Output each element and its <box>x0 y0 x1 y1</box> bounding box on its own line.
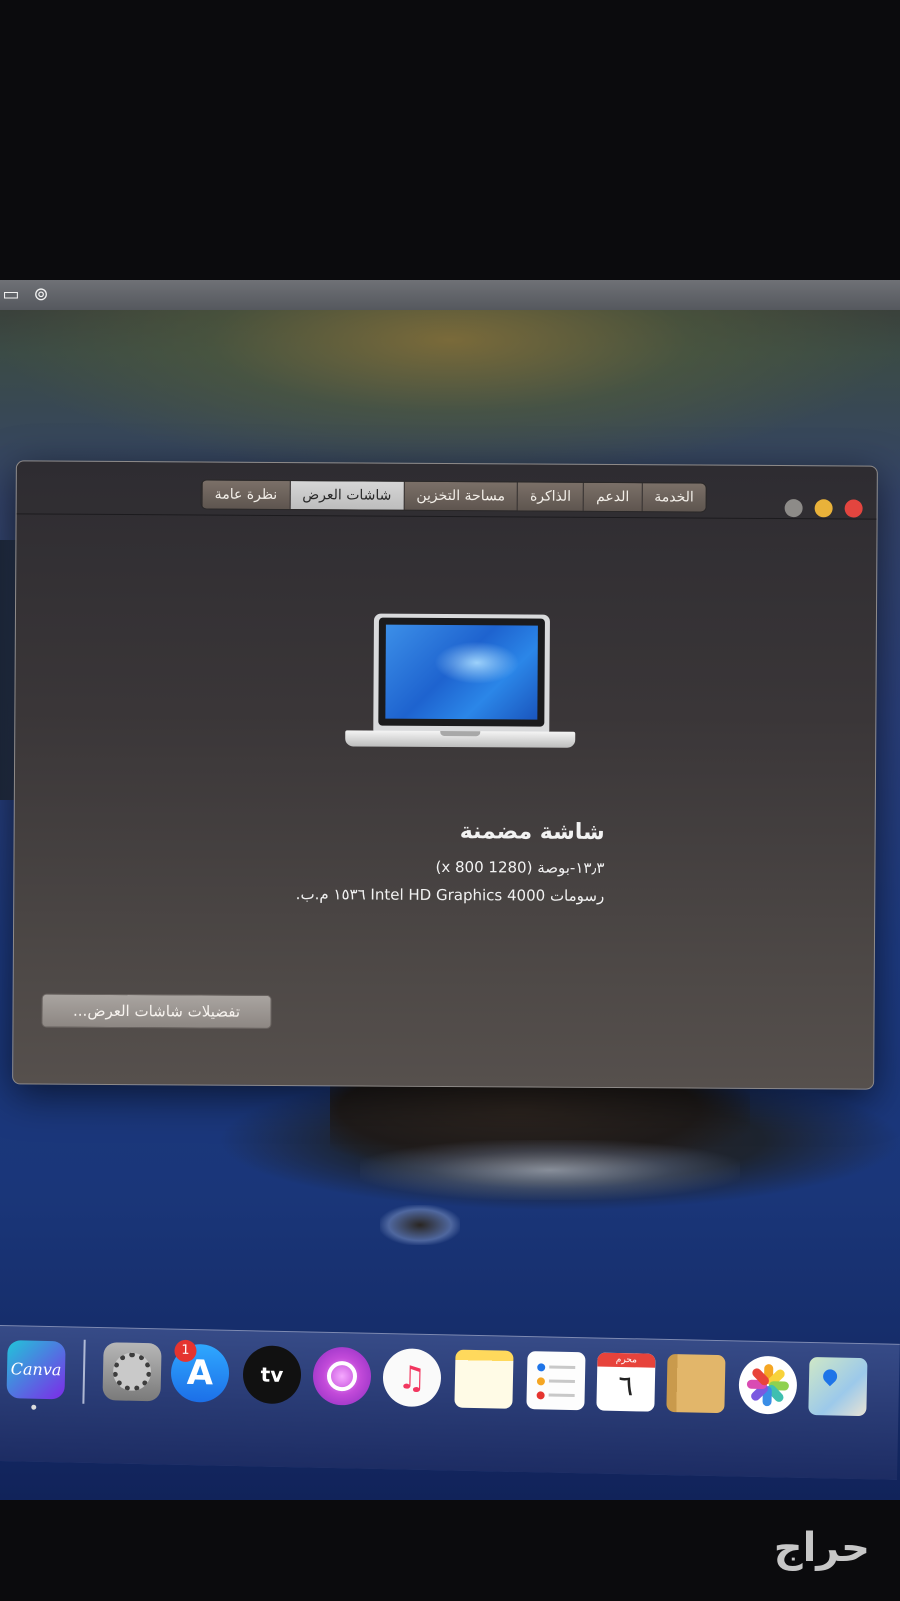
apple-tv-icon[interactable]: tv <box>242 1345 302 1405</box>
system-preferences-icon[interactable] <box>102 1342 162 1402</box>
watermark: حراج <box>773 1525 870 1571</box>
calendar-icon[interactable]: محرم ٦ <box>596 1352 656 1412</box>
dock-separator <box>82 1339 86 1404</box>
notes-icon[interactable] <box>454 1349 514 1409</box>
laptop-screen-wallpaper <box>385 624 538 720</box>
about-this-mac-window: نظرة عامة شاشات العرض مساحة التخزين الذا… <box>12 460 878 1090</box>
map-pin-icon <box>820 1366 841 1387</box>
podcast-ring <box>326 1360 358 1392</box>
reminder-dot <box>537 1363 546 1372</box>
reminder-line <box>549 1365 576 1370</box>
wallpaper-small-rock <box>380 1205 460 1245</box>
window-titlebar: نظرة عامة شاشات العرض مساحة التخزين الذا… <box>16 461 877 520</box>
laptop-notch <box>440 730 481 737</box>
tab-memory[interactable]: الذاكرة <box>516 482 584 511</box>
display-title: شاشة مضمنة <box>459 819 605 845</box>
canva-icon[interactable]: Canva <box>6 1340 66 1400</box>
reminder-dot <box>536 1391 545 1400</box>
contacts-icon[interactable] <box>666 1353 726 1414</box>
laptop-bezel <box>378 617 545 727</box>
maps-icon[interactable] <box>808 1356 868 1417</box>
wallpaper-foam <box>360 1140 740 1200</box>
laptop-lid <box>373 613 550 733</box>
laptop-illustration <box>345 613 576 754</box>
menu-bar: ▭ ⊚ <box>0 280 900 310</box>
display-size: ١٣٫٣-بوصة (1280 x 800) <box>435 857 605 877</box>
podcasts-icon[interactable] <box>312 1346 372 1406</box>
zoom-button[interactable] <box>784 499 803 518</box>
photos-icon[interactable] <box>738 1355 798 1415</box>
tab-bar: نظرة عامة شاشات العرض مساحة التخزين الذا… <box>201 480 706 512</box>
music-icon[interactable]: ♫ <box>382 1348 442 1408</box>
screen-sharing-icon[interactable]: ⊚ <box>30 284 52 306</box>
tab-overview[interactable]: نظرة عامة <box>201 480 290 510</box>
running-indicator <box>31 1404 37 1410</box>
calendar-month: محرم <box>597 1352 656 1368</box>
reminder-dot <box>536 1377 546 1386</box>
calendar-day: ٦ <box>617 1368 634 1403</box>
display-preferences-button[interactable]: تفضيلات شاشات العرض... <box>41 993 272 1029</box>
tab-service[interactable]: الخدمة <box>641 483 706 512</box>
reminder-line <box>548 1393 575 1398</box>
window-icon[interactable]: ▭ <box>0 284 22 306</box>
gear-icon <box>112 1352 152 1392</box>
minimize-button[interactable] <box>814 499 833 518</box>
display-graphics: رسومات Intel HD Graphics 4000 ١٥٣٦ م.ب. <box>295 885 605 905</box>
close-button[interactable] <box>844 499 863 518</box>
dock: Canva 1 A tv ♫ محرم ٦ <box>0 1325 900 1480</box>
display-info: شاشة مضمنة ١٣٫٣-بوصة (1280 x 800) رسومات… <box>296 818 605 915</box>
reminders-icon[interactable] <box>526 1351 586 1411</box>
tab-support[interactable]: الدعم <box>583 482 642 512</box>
tab-displays[interactable]: شاشات العرض <box>289 481 404 510</box>
tab-storage[interactable]: مساحة التخزين <box>403 481 518 511</box>
reminder-line <box>548 1379 575 1384</box>
